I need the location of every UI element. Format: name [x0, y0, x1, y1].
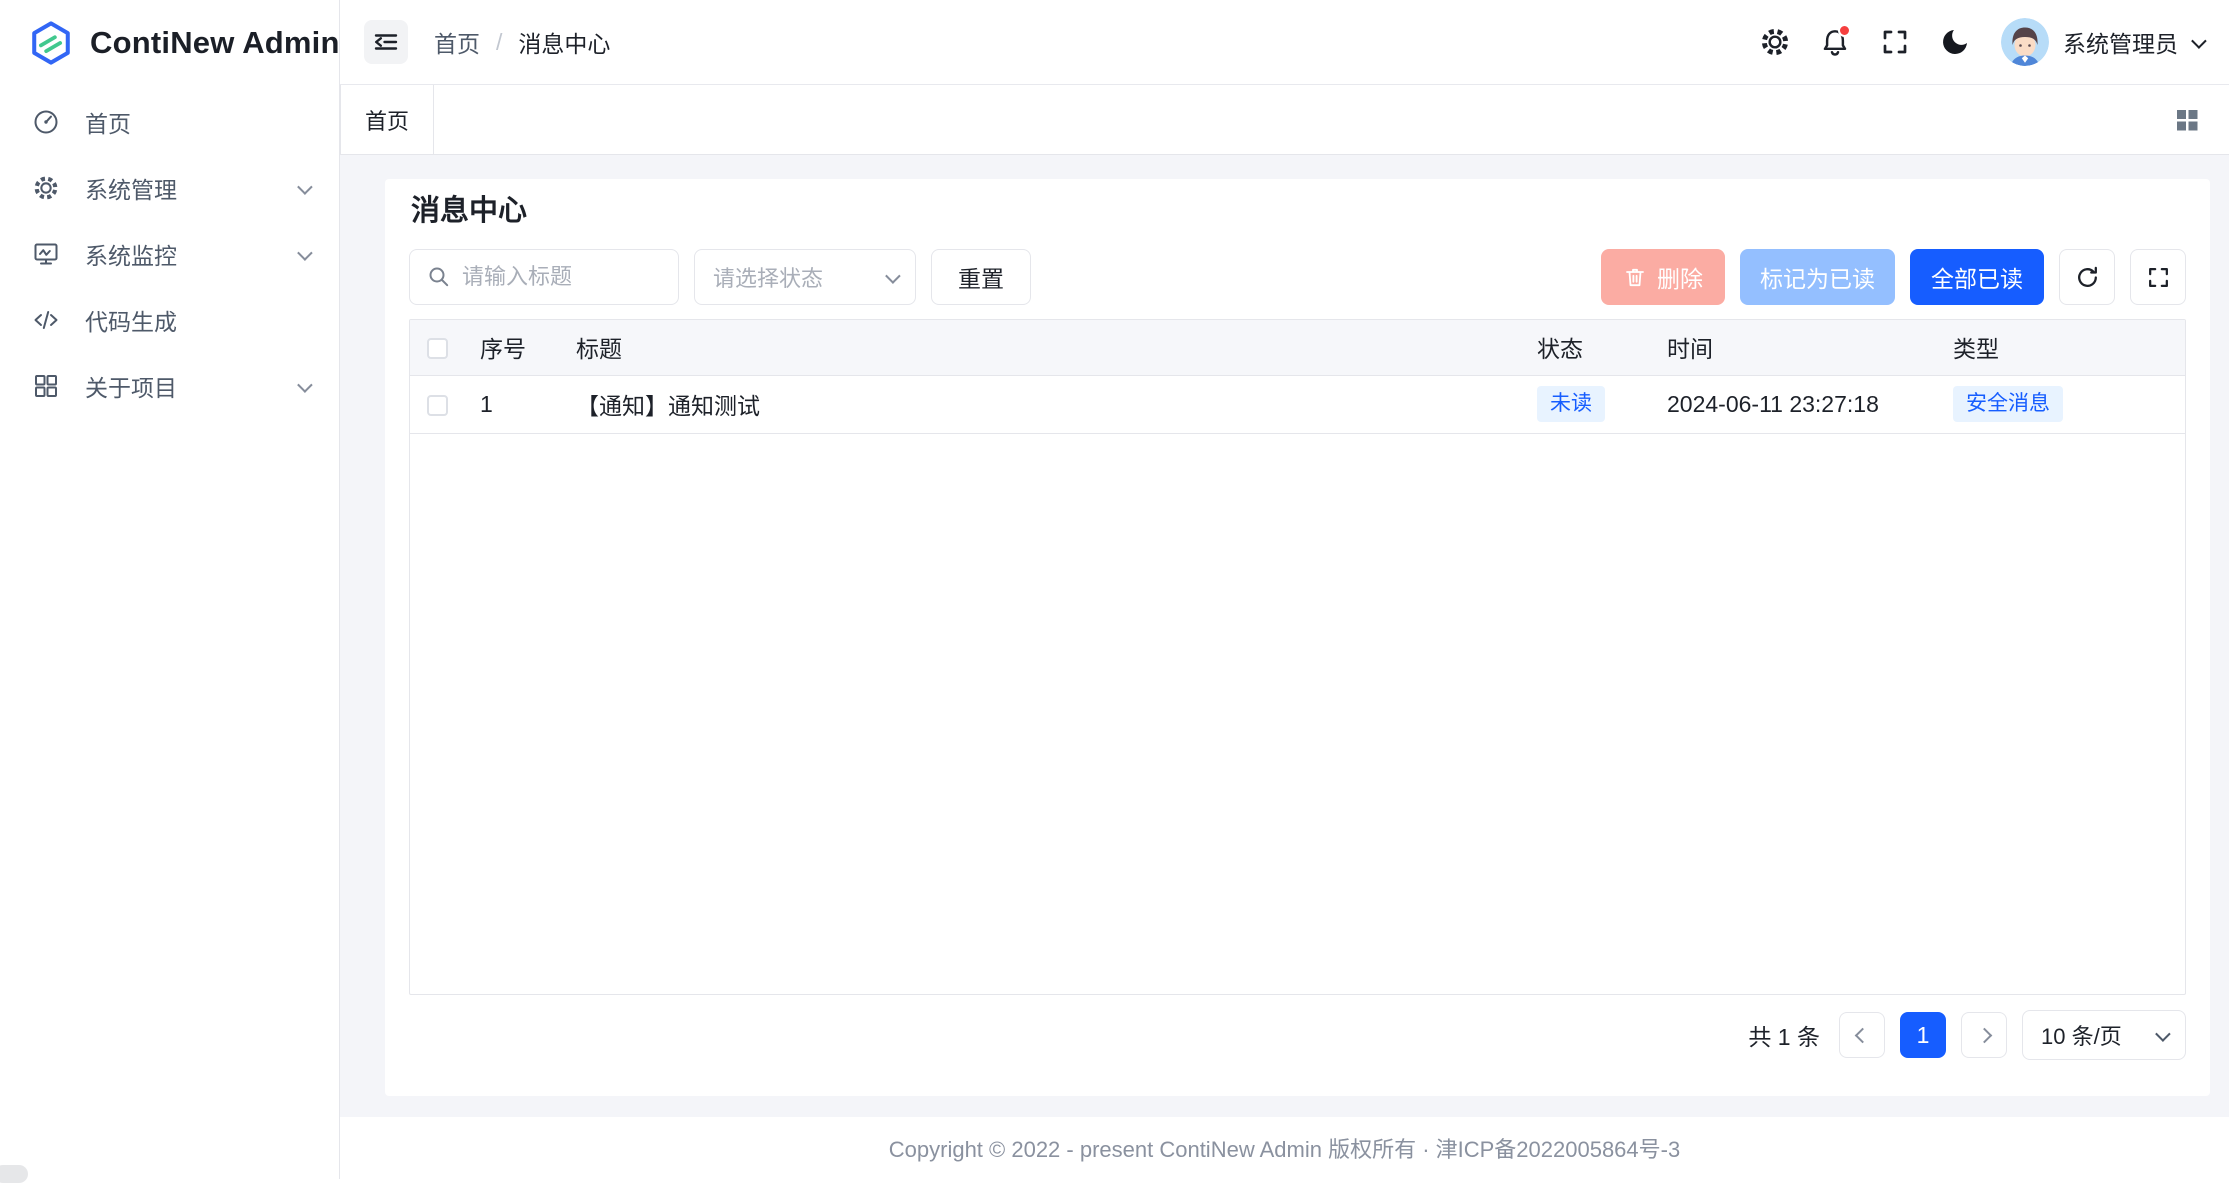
title-search-field	[409, 249, 679, 305]
notification-dot	[1838, 24, 1851, 37]
tab-home[interactable]: 首页	[340, 85, 434, 154]
cell-no: 1	[468, 375, 564, 433]
content-area: 消息中心 请选择状态	[340, 155, 2229, 1117]
pagination: 共 1 条 1 10 条/页	[409, 995, 2186, 1060]
column-header-no: 序号	[468, 320, 564, 375]
pagination-total: 共 1 条	[1748, 1018, 1820, 1052]
page-size-select[interactable]: 10 条/页	[2022, 1010, 2186, 1060]
row-checkbox[interactable]	[427, 395, 448, 416]
next-page-button[interactable]	[1961, 1012, 2007, 1058]
theme-toggle-moon-icon[interactable]	[1933, 20, 1977, 64]
table-header-row: 序号 标题 状态 时间 类型	[410, 320, 2185, 375]
sidebar-item-about-project[interactable]: 关于项目	[0, 353, 339, 419]
status-select[interactable]: 请选择状态	[694, 249, 916, 305]
page-size-value: 10 条/页	[2041, 1019, 2122, 1051]
grid-filled-icon	[2174, 107, 2200, 133]
prev-page-button[interactable]	[1839, 1012, 1885, 1058]
sidebar-item-system-monitor[interactable]: 系统监控	[0, 221, 339, 287]
menu-fold-icon	[371, 27, 401, 57]
breadcrumb-separator: /	[496, 29, 502, 56]
search-icon	[426, 264, 452, 290]
tab-actions-button[interactable]	[2167, 100, 2207, 140]
sidebar-collapse-button[interactable]	[364, 20, 408, 64]
fullscreen-button[interactable]	[1873, 20, 1917, 64]
page-title: 消息中心	[411, 191, 2186, 231]
code-icon	[32, 306, 60, 334]
mark-read-button[interactable]: 标记为已读	[1740, 249, 1895, 305]
tabbar: 首页	[340, 85, 2229, 155]
app-title: ContiNew Admin	[90, 25, 340, 61]
message-center-card: 消息中心 请选择状态	[385, 179, 2210, 1096]
settings-button[interactable]	[1753, 20, 1797, 64]
message-table: 序号 标题 状态 时间 类型 1 【通知】通知测试	[409, 319, 2186, 995]
app-root: ContiNew Admin 首页	[0, 0, 2229, 1179]
sidebar: ContiNew Admin 首页	[0, 0, 340, 1179]
breadcrumb-current: 消息中心	[518, 25, 610, 59]
sidebar-item-home[interactable]: 首页	[0, 89, 339, 155]
user-menu[interactable]: 系统管理员	[2001, 18, 2203, 66]
notifications-button[interactable]	[1813, 20, 1857, 64]
sidebar-item-label: 系统管理	[85, 171, 177, 205]
topbar: 首页 / 消息中心	[340, 0, 2229, 85]
chevron-left-icon	[1854, 1027, 1870, 1043]
type-badge: 安全消息	[1953, 386, 2063, 422]
sidebar-menu: 首页 系统管理	[0, 85, 339, 419]
fullscreen-icon	[1880, 27, 1910, 57]
tab-label: 首页	[365, 104, 409, 136]
breadcrumb-home[interactable]: 首页	[434, 25, 480, 59]
column-header-time: 时间	[1655, 320, 1941, 375]
copyright-text: Copyright © 2022 - present ContiNew Admi…	[889, 1132, 1680, 1164]
chevron-down-icon	[297, 377, 313, 393]
footer: Copyright © 2022 - present ContiNew Admi…	[340, 1117, 2229, 1179]
refresh-button[interactable]	[2059, 249, 2115, 305]
gear-icon	[1759, 26, 1791, 58]
avatar	[2001, 18, 2049, 66]
title-search-input[interactable]	[462, 264, 662, 290]
sidebar-item-code-generation[interactable]: 代码生成	[0, 287, 339, 353]
gear-icon	[32, 174, 60, 202]
monitor-icon	[32, 240, 60, 268]
topbar-actions: 系统管理员	[1753, 18, 2203, 66]
toolbar: 请选择状态 重置 删除	[409, 249, 2186, 305]
grid-icon	[32, 372, 60, 400]
breadcrumb: 首页 / 消息中心	[434, 25, 610, 59]
trash-icon	[1623, 265, 1647, 289]
expand-icon	[2146, 265, 2171, 290]
username: 系统管理员	[2063, 25, 2178, 59]
column-header-status: 状态	[1525, 320, 1655, 375]
column-header-type: 类型	[1941, 320, 2185, 375]
delete-button[interactable]: 删除	[1601, 249, 1725, 305]
status-badge: 未读	[1537, 386, 1605, 422]
page-1-button[interactable]: 1	[1900, 1012, 1946, 1058]
cell-title: 【通知】通知测试	[564, 375, 1525, 433]
delete-button-label: 删除	[1657, 260, 1703, 294]
column-header-title: 标题	[564, 320, 1525, 375]
chevron-down-icon	[297, 245, 313, 261]
dashboard-icon	[32, 108, 60, 136]
logo-icon	[28, 20, 74, 66]
logo[interactable]: ContiNew Admin	[0, 0, 339, 85]
table-fullscreen-button[interactable]	[2130, 249, 2186, 305]
reset-button[interactable]: 重置	[931, 249, 1031, 305]
sidebar-item-label: 首页	[85, 105, 131, 139]
sidebar-item-label: 代码生成	[85, 303, 177, 337]
status-select-placeholder: 请选择状态	[713, 261, 823, 293]
chevron-down-icon	[2155, 1026, 2171, 1042]
chevron-down-icon	[885, 268, 901, 284]
main-column: 首页 / 消息中心	[340, 0, 2229, 1179]
chevron-right-icon	[1976, 1027, 1992, 1043]
sidebar-item-label: 系统监控	[85, 237, 177, 271]
all-read-button[interactable]: 全部已读	[1910, 249, 2044, 305]
sidebar-item-system-management[interactable]: 系统管理	[0, 155, 339, 221]
select-all-checkbox[interactable]	[427, 338, 448, 359]
window-corner-artifact	[0, 1165, 28, 1183]
cell-time: 2024-06-11 23:27:18	[1655, 375, 1941, 433]
sidebar-item-label: 关于项目	[85, 369, 177, 403]
refresh-icon	[2074, 264, 2101, 291]
table-row[interactable]: 1 【通知】通知测试 未读 2024-06-11 23:27:18 安全消息	[410, 375, 2185, 433]
chevron-down-icon	[2191, 33, 2207, 49]
chevron-down-icon	[297, 179, 313, 195]
